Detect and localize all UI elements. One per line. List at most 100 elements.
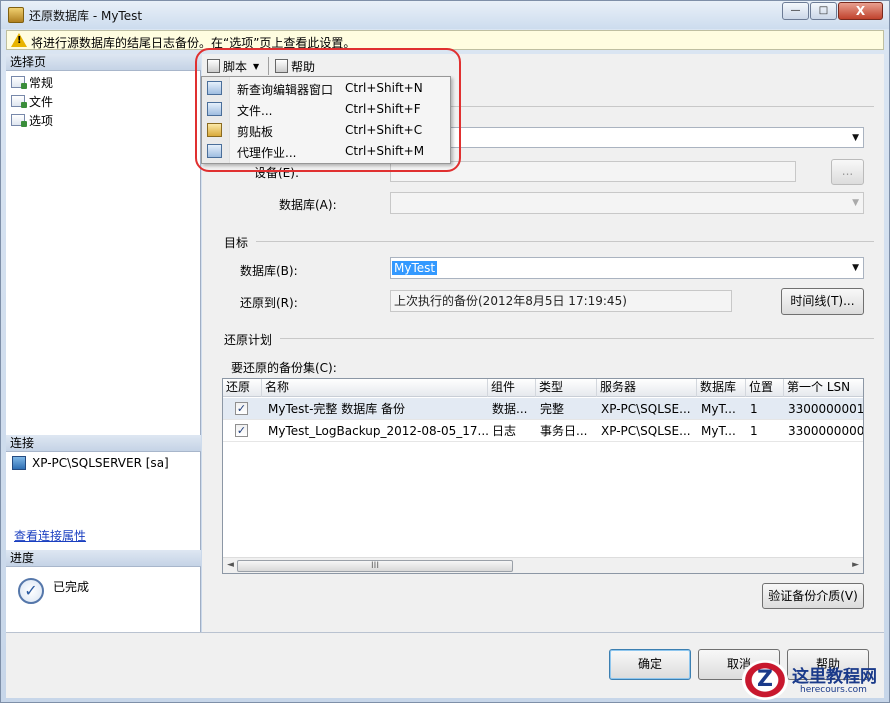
script-button[interactable]: 脚本 ▼ — [204, 56, 262, 76]
cell-position: 1 — [750, 424, 758, 438]
cell-first-lsn: 33000000010 — [788, 402, 864, 416]
restore-plan-label: 还原计划 — [224, 333, 273, 347]
scroll-left-icon[interactable]: ◄ — [227, 560, 234, 570]
restore-checkbox[interactable]: ✓ — [235, 424, 248, 437]
nav-item-label: 选项 — [29, 113, 54, 128]
agent-job-icon — [207, 144, 222, 158]
column-header[interactable]: 还原 — [223, 379, 262, 397]
close-button[interactable]: X — [838, 2, 883, 20]
chevron-down-icon: ▼ — [852, 198, 859, 208]
script-label: 脚本 — [223, 59, 248, 74]
ok-button[interactable]: 确定 — [609, 649, 691, 680]
cell-position: 1 — [750, 402, 758, 416]
scrollbar-thumb[interactable]: III — [237, 560, 513, 572]
page-icon — [11, 76, 27, 89]
browse-device-button[interactable]: ... — [831, 159, 864, 185]
watermark-site: herecours.com — [800, 685, 867, 695]
menu-item-agent-job[interactable]: 代理作业... Ctrl+Shift+M — [202, 141, 450, 162]
menu-item-shortcut: Ctrl+Shift+M — [345, 144, 425, 158]
menu-item-shortcut: Ctrl+Shift+F — [345, 102, 421, 116]
help-label: 帮助 — [291, 59, 316, 74]
cell-database: MyT... — [701, 424, 736, 438]
source-divider — [412, 106, 874, 107]
chevron-down-icon: ▼ — [852, 132, 859, 143]
nav-item-general[interactable]: 常规 — [11, 73, 53, 91]
select-page-header: 选择页 — [6, 54, 201, 71]
checkmark-icon: ✓ — [18, 578, 44, 604]
script-dropdown-menu: 新查询编辑器窗口 Ctrl+Shift+N 文件... Ctrl+Shift+F… — [201, 76, 451, 164]
page-icon — [11, 114, 27, 127]
column-header[interactable]: 类型 — [536, 379, 597, 397]
watermark-logo-icon: Z — [742, 660, 788, 700]
help-button[interactable]: 帮助 — [272, 56, 318, 76]
restore-to-label: 还原到(R): — [240, 296, 298, 310]
column-header[interactable]: 位置 — [746, 379, 784, 397]
source-database-label: 数据库(A): — [279, 198, 337, 212]
table-row[interactable]: ✓ MyTest-完整 数据库 备份 数据... 完整 XP-PC\SQLSE.… — [223, 398, 863, 420]
backup-sets-label: 要还原的备份集(C): — [231, 361, 337, 375]
title-bar: 还原数据库 - MyTest — □ X — [1, 1, 889, 29]
menu-item-label: 剪贴板 — [237, 125, 274, 139]
menu-item-clipboard[interactable]: 剪贴板 Ctrl+Shift+C — [202, 120, 450, 141]
timeline-button[interactable]: 时间线(T)... — [781, 288, 864, 315]
cell-name: MyTest-完整 数据库 备份 — [268, 402, 406, 416]
server-icon — [12, 456, 26, 470]
cell-first-lsn: 33000000008 — [788, 424, 864, 438]
cell-name: MyTest_LogBackup_2012-08-05_17... — [268, 424, 488, 438]
window-title: 还原数据库 - MyTest — [29, 9, 143, 23]
backup-sets-grid: 还原 名称 组件 类型 服务器 数据库 位置 第一个 LSN ✓ MyTest-… — [222, 378, 864, 574]
horizontal-scrollbar[interactable]: ◄ III ► — [223, 557, 863, 573]
nav-item-label: 常规 — [29, 75, 54, 90]
menu-item-new-query-window[interactable]: 新查询编辑器窗口 Ctrl+Shift+N — [202, 78, 450, 99]
page-icon — [11, 95, 27, 108]
nav-item-options[interactable]: 选项 — [11, 111, 53, 129]
progress-header: 进度 — [6, 550, 201, 567]
source-combo[interactable]: ▼ — [390, 127, 864, 148]
target-database-value: MyTest — [392, 261, 438, 275]
save-file-icon — [207, 102, 222, 116]
view-connection-properties-link[interactable]: 查看连接属性 — [14, 527, 86, 544]
help-icon — [275, 59, 288, 73]
progress-status: 已完成 — [53, 580, 90, 594]
column-header[interactable]: 服务器 — [597, 379, 697, 397]
target-divider — [256, 241, 874, 242]
table-row[interactable]: ✓ MyTest_LogBackup_2012-08-05_17... 日志 事… — [223, 420, 863, 442]
toolbar-separator — [268, 57, 269, 75]
chevron-down-icon: ▼ — [852, 263, 859, 273]
column-header[interactable]: 名称 — [262, 379, 488, 397]
watermark-title: 这里教程网 — [792, 667, 877, 687]
nav-item-label: 文件 — [29, 94, 54, 109]
target-database-combo[interactable]: MyTest ▼ — [390, 257, 864, 279]
chevron-down-icon: ▼ — [253, 61, 260, 71]
left-pane: 选择页 常规 文件 选项 连接 XP-PC\SQLSERVER [sa] 查看连… — [6, 54, 201, 632]
warning-text: 将进行源数据库的结尾日志备份。在“选项”页上查看此设置。 — [31, 36, 356, 50]
menu-item-shortcut: Ctrl+Shift+C — [345, 123, 423, 137]
window-controls: — □ X — [781, 2, 883, 20]
column-header[interactable]: 组件 — [488, 379, 536, 397]
cell-database: MyT... — [701, 402, 736, 416]
menu-item-label: 新查询编辑器窗口 — [237, 83, 334, 97]
column-header[interactable]: 第一个 LSN — [784, 379, 863, 397]
warning-bar: 将进行源数据库的结尾日志备份。在“选项”页上查看此设置。 — [6, 30, 884, 50]
script-icon — [207, 59, 220, 73]
watermark: Z 这里教程网 herecours.com — [740, 660, 888, 702]
device-field[interactable] — [390, 161, 796, 182]
cell-server: XP-PC\SQLSE... — [601, 402, 691, 416]
clipboard-icon — [207, 123, 222, 137]
database-icon — [8, 7, 24, 23]
minimize-button[interactable]: — — [782, 2, 809, 20]
menu-item-file[interactable]: 文件... Ctrl+Shift+F — [202, 99, 450, 120]
verify-backup-media-button[interactable]: 验证备份介质(V) — [762, 583, 864, 609]
connection-header: 连接 — [6, 435, 201, 452]
menu-item-label: 文件... — [237, 104, 273, 118]
scroll-right-icon[interactable]: ► — [852, 560, 859, 570]
cell-component: 日志 — [492, 424, 517, 438]
source-database-combo[interactable]: ▼ — [390, 192, 864, 214]
target-database-label: 数据库(B): — [240, 264, 298, 278]
warning-icon — [11, 33, 27, 47]
maximize-button[interactable]: □ — [810, 2, 837, 20]
restore-checkbox[interactable]: ✓ — [235, 402, 248, 415]
nav-item-files[interactable]: 文件 — [11, 92, 53, 110]
column-header[interactable]: 数据库 — [697, 379, 746, 397]
restore-to-field: 上次执行的备份(2012年8月5日 17:19:45) — [390, 290, 732, 312]
